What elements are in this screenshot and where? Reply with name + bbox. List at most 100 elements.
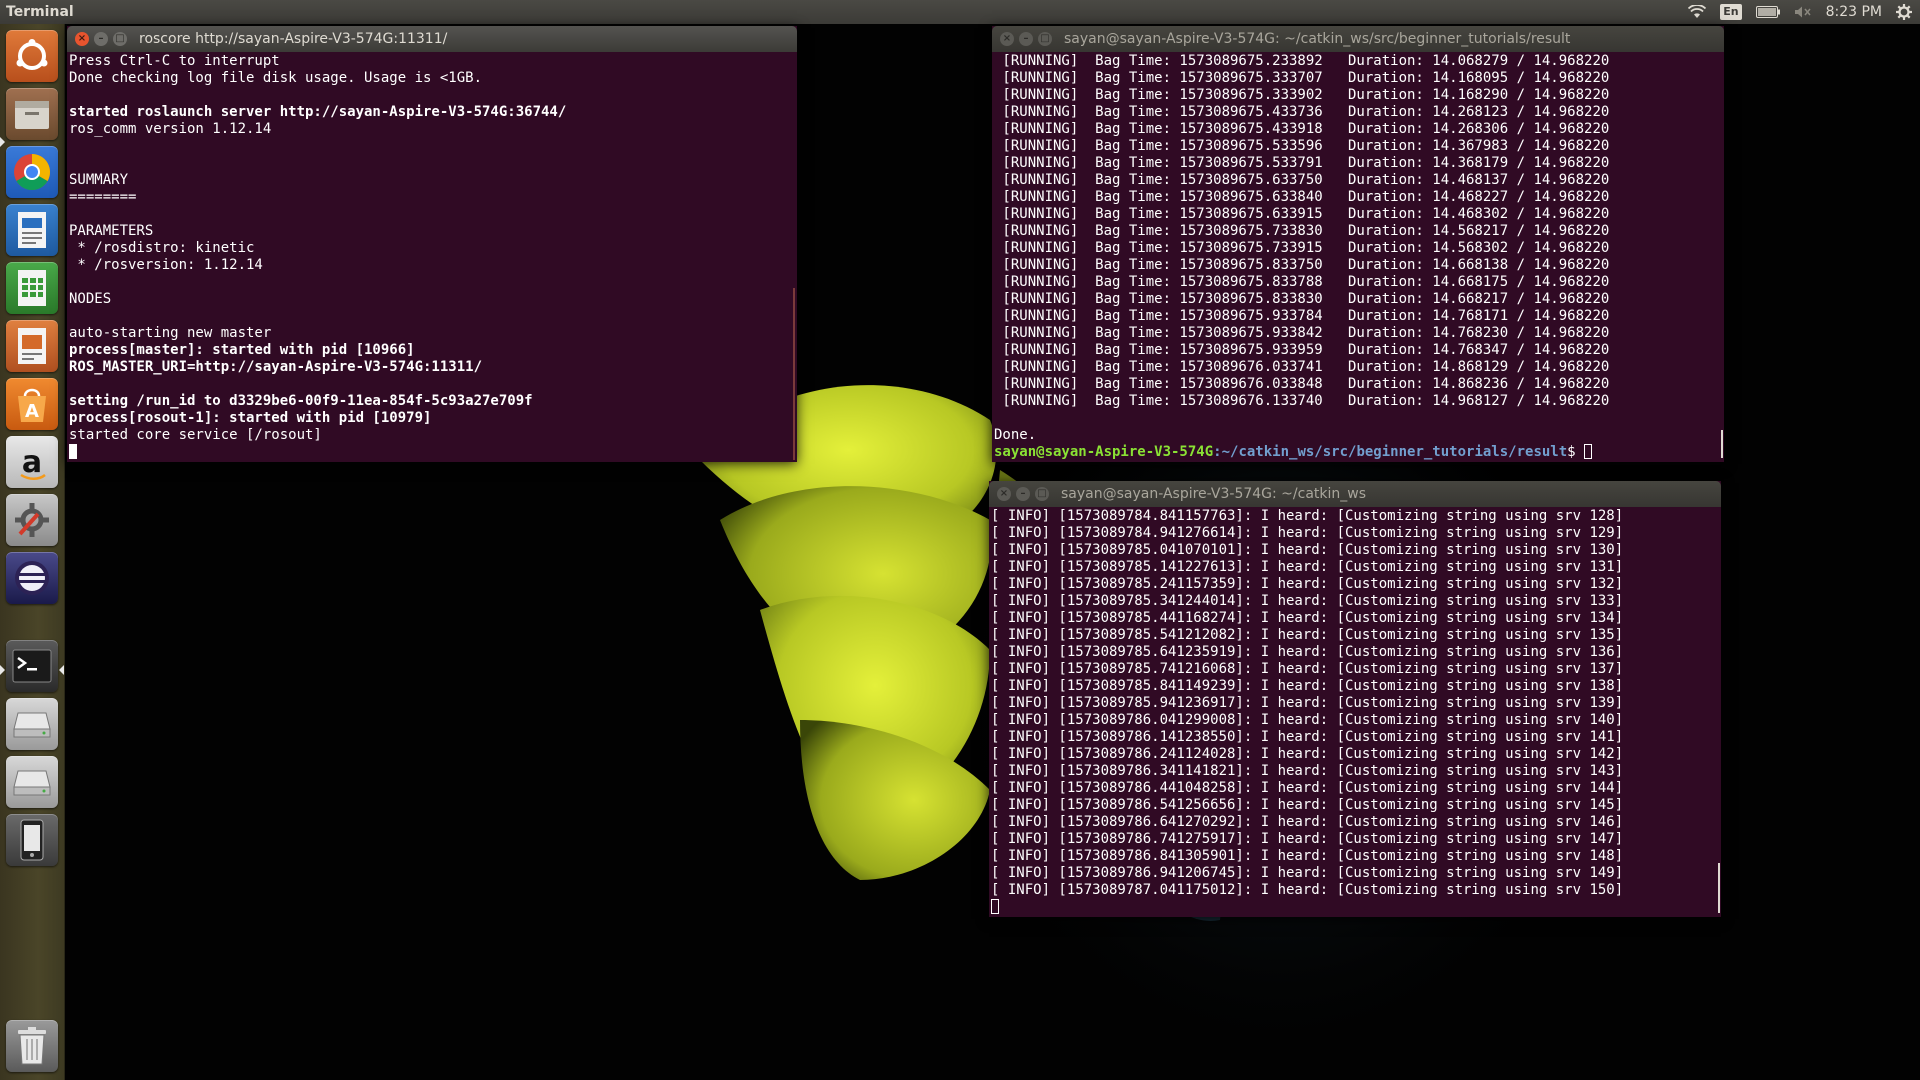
terminal-line: [ INFO] [1573089786.141238550]: I heard:…	[991, 729, 1624, 745]
terminal-line: [RUNNING] Bag Time: 1573089675.933784 Du…	[994, 308, 1610, 324]
software-center-icon[interactable]: A	[6, 378, 58, 430]
prompt-user: sayan@sayan-Aspire-V3-574G	[994, 444, 1214, 460]
maximize-button[interactable]: □	[1035, 487, 1049, 501]
terminal-line: [RUNNING] Bag Time: 1573089675.933959 Du…	[994, 342, 1610, 358]
terminal-output[interactable]: [RUNNING] Bag Time: 1573089675.233892 Du…	[992, 52, 1724, 462]
prompt-symbol: $	[1567, 444, 1585, 460]
window-title: roscore http://sayan-Aspire-V3-574G:1131…	[139, 31, 448, 47]
terminal-line: process[master]: started with pid [10966…	[69, 342, 415, 358]
close-button[interactable]: ×	[997, 487, 1011, 501]
terminal-line: [ INFO] [1573089787.041175012]: I heard:…	[991, 882, 1624, 898]
keyboard-layout-indicator[interactable]: En	[1720, 0, 1742, 24]
text-cursor	[69, 444, 77, 459]
trash-icon[interactable]	[6, 1020, 58, 1072]
system-settings-icon[interactable]	[6, 494, 58, 546]
terminal-line	[69, 444, 797, 461]
running-indicator	[0, 137, 5, 147]
terminal-line: [ INFO] [1573089785.941236917]: I heard:…	[991, 695, 1624, 711]
svg-text:A: A	[25, 401, 39, 422]
indicator-area: En 8:23 PM	[1688, 0, 1912, 24]
prompt-path: :~/catkin_ws/src/beginner_tutorials/resu…	[1213, 444, 1568, 460]
minimize-button[interactable]: –	[1019, 32, 1033, 46]
drive-icon-2[interactable]	[6, 756, 58, 808]
terminal-line: [RUNNING] Bag Time: 1573089675.733915 Du…	[994, 240, 1610, 256]
terminal-line: [ INFO] [1573089786.641270292]: I heard:…	[991, 814, 1624, 830]
volume-muted-icon[interactable]	[1794, 0, 1812, 24]
terminal-line: [RUNNING] Bag Time: 1573089675.533791 Du…	[994, 155, 1610, 171]
terminal-line: started roslaunch server http://sayan-As…	[69, 104, 567, 120]
terminal-line: started core service [/rosout]	[69, 427, 322, 443]
minimize-button[interactable]: –	[1016, 487, 1030, 501]
terminal-line: [ INFO] [1573089786.341141821]: I heard:…	[991, 763, 1624, 779]
terminal-line: [RUNNING] Bag Time: 1573089676.033848 Du…	[994, 376, 1610, 392]
terminal-line: [ INFO] [1573089785.741216068]: I heard:…	[991, 661, 1624, 677]
window-titlebar[interactable]: × – □ sayan@sayan-Aspire-V3-574G: ~/catk…	[989, 481, 1721, 507]
window-title: sayan@sayan-Aspire-V3-574G: ~/catkin_ws	[1061, 486, 1367, 502]
settings-gear-icon[interactable]	[1896, 0, 1912, 24]
wifi-icon[interactable]	[1688, 0, 1707, 24]
terminal-line: [RUNNING] Bag Time: 1573089675.833750 Du…	[994, 257, 1610, 273]
terminal-line: [ INFO] [1573089785.141227613]: I heard:…	[991, 559, 1624, 575]
drive-icon[interactable]	[6, 698, 58, 750]
terminal-window-roscore[interactable]: × – □ roscore http://sayan-Aspire-V3-574…	[67, 26, 797, 462]
dash-home-icon[interactable]	[6, 30, 58, 82]
terminal-line: [RUNNING] Bag Time: 1573089675.933842 Du…	[994, 325, 1610, 341]
prompt-line[interactable]: sayan@sayan-Aspire-V3-574G:~/catkin_ws/s…	[994, 444, 1724, 461]
libreoffice-impress-icon[interactable]	[6, 320, 58, 372]
window-titlebar[interactable]: × – □ roscore http://sayan-Aspire-V3-574…	[67, 26, 797, 52]
terminal-line: [ INFO] [1573089785.841149239]: I heard:…	[991, 678, 1624, 694]
clock[interactable]: 8:23 PM	[1826, 0, 1882, 24]
chrome-icon[interactable]	[6, 146, 58, 198]
terminal-line: [RUNNING] Bag Time: 1573089675.333902 Du…	[994, 87, 1610, 103]
terminal-line: [RUNNING] Bag Time: 1573089675.633750 Du…	[994, 172, 1610, 188]
text-cursor	[1584, 444, 1593, 459]
terminal-output[interactable]: Press Ctrl-C to interrupt Done checking l…	[67, 52, 797, 462]
terminal-line	[991, 899, 1721, 916]
terminal-icon[interactable]	[6, 640, 58, 692]
keyboard-layout-label: En	[1720, 4, 1742, 20]
minimize-button[interactable]: –	[94, 32, 108, 46]
terminal-line: Done.	[994, 427, 1037, 443]
focused-indicator	[59, 665, 64, 675]
terminal-line: [ INFO] [1573089785.441168274]: I heard:…	[991, 610, 1624, 626]
terminal-line: [ INFO] [1573089786.841305901]: I heard:…	[991, 848, 1624, 864]
window-title: sayan@sayan-Aspire-V3-574G: ~/catkin_ws/…	[1064, 31, 1571, 47]
amazon-icon[interactable]: a	[6, 436, 58, 488]
active-app-title[interactable]: Terminal	[6, 0, 74, 24]
eclipse-icon[interactable]	[6, 552, 58, 604]
terminal-line: [RUNNING] Bag Time: 1573089675.833788 Du…	[994, 274, 1610, 290]
terminal-line: auto-starting new master	[69, 325, 272, 341]
phone-device-icon[interactable]	[6, 814, 58, 866]
maximize-button[interactable]: □	[1038, 32, 1052, 46]
close-button[interactable]: ×	[75, 32, 89, 46]
scrollbar[interactable]	[793, 288, 795, 460]
terminal-line: [ INFO] [1573089786.041299008]: I heard:…	[991, 712, 1624, 728]
terminal-line: [ INFO] [1573089785.641235919]: I heard:…	[991, 644, 1624, 660]
terminal-window-listener[interactable]: × – □ sayan@sayan-Aspire-V3-574G: ~/catk…	[989, 481, 1721, 917]
files-icon[interactable]	[6, 88, 58, 140]
terminal-line: * /rosdistro: kinetic	[69, 240, 255, 256]
terminal-line: [RUNNING] Bag Time: 1573089676.133740 Du…	[994, 393, 1610, 409]
terminal-line: ROS_MASTER_URI=http://sayan-Aspire-V3-57…	[69, 359, 483, 375]
terminal-line: [RUNNING] Bag Time: 1573089675.733830 Du…	[994, 223, 1610, 239]
terminal-line: setting /run_id to d3329be6-00f9-11ea-85…	[69, 393, 533, 409]
libreoffice-calc-icon[interactable]	[6, 262, 58, 314]
libreoffice-writer-icon[interactable]	[6, 204, 58, 256]
terminal-line: * /rosversion: 1.12.14	[69, 257, 263, 273]
terminal-output[interactable]: [ INFO] [1573089784.841157763]: I heard:…	[989, 507, 1721, 917]
close-button[interactable]: ×	[1000, 32, 1014, 46]
battery-icon[interactable]	[1755, 0, 1780, 24]
terminal-line: Done checking log file disk usage. Usage…	[69, 70, 483, 86]
scrollbar[interactable]	[1718, 863, 1720, 913]
terminal-line: [RUNNING] Bag Time: 1573089675.833830 Du…	[994, 291, 1610, 307]
top-panel: Terminal En 8:23 PM	[0, 0, 1920, 24]
text-cursor	[991, 899, 999, 914]
window-titlebar[interactable]: × – □ sayan@sayan-Aspire-V3-574G: ~/catk…	[992, 26, 1724, 52]
terminal-window-rosbag[interactable]: × – □ sayan@sayan-Aspire-V3-574G: ~/catk…	[992, 26, 1724, 462]
terminal-line: [ INFO] [1573089785.241157359]: I heard:…	[991, 576, 1624, 592]
scrollbar[interactable]	[1721, 430, 1723, 458]
maximize-button[interactable]: □	[113, 32, 127, 46]
